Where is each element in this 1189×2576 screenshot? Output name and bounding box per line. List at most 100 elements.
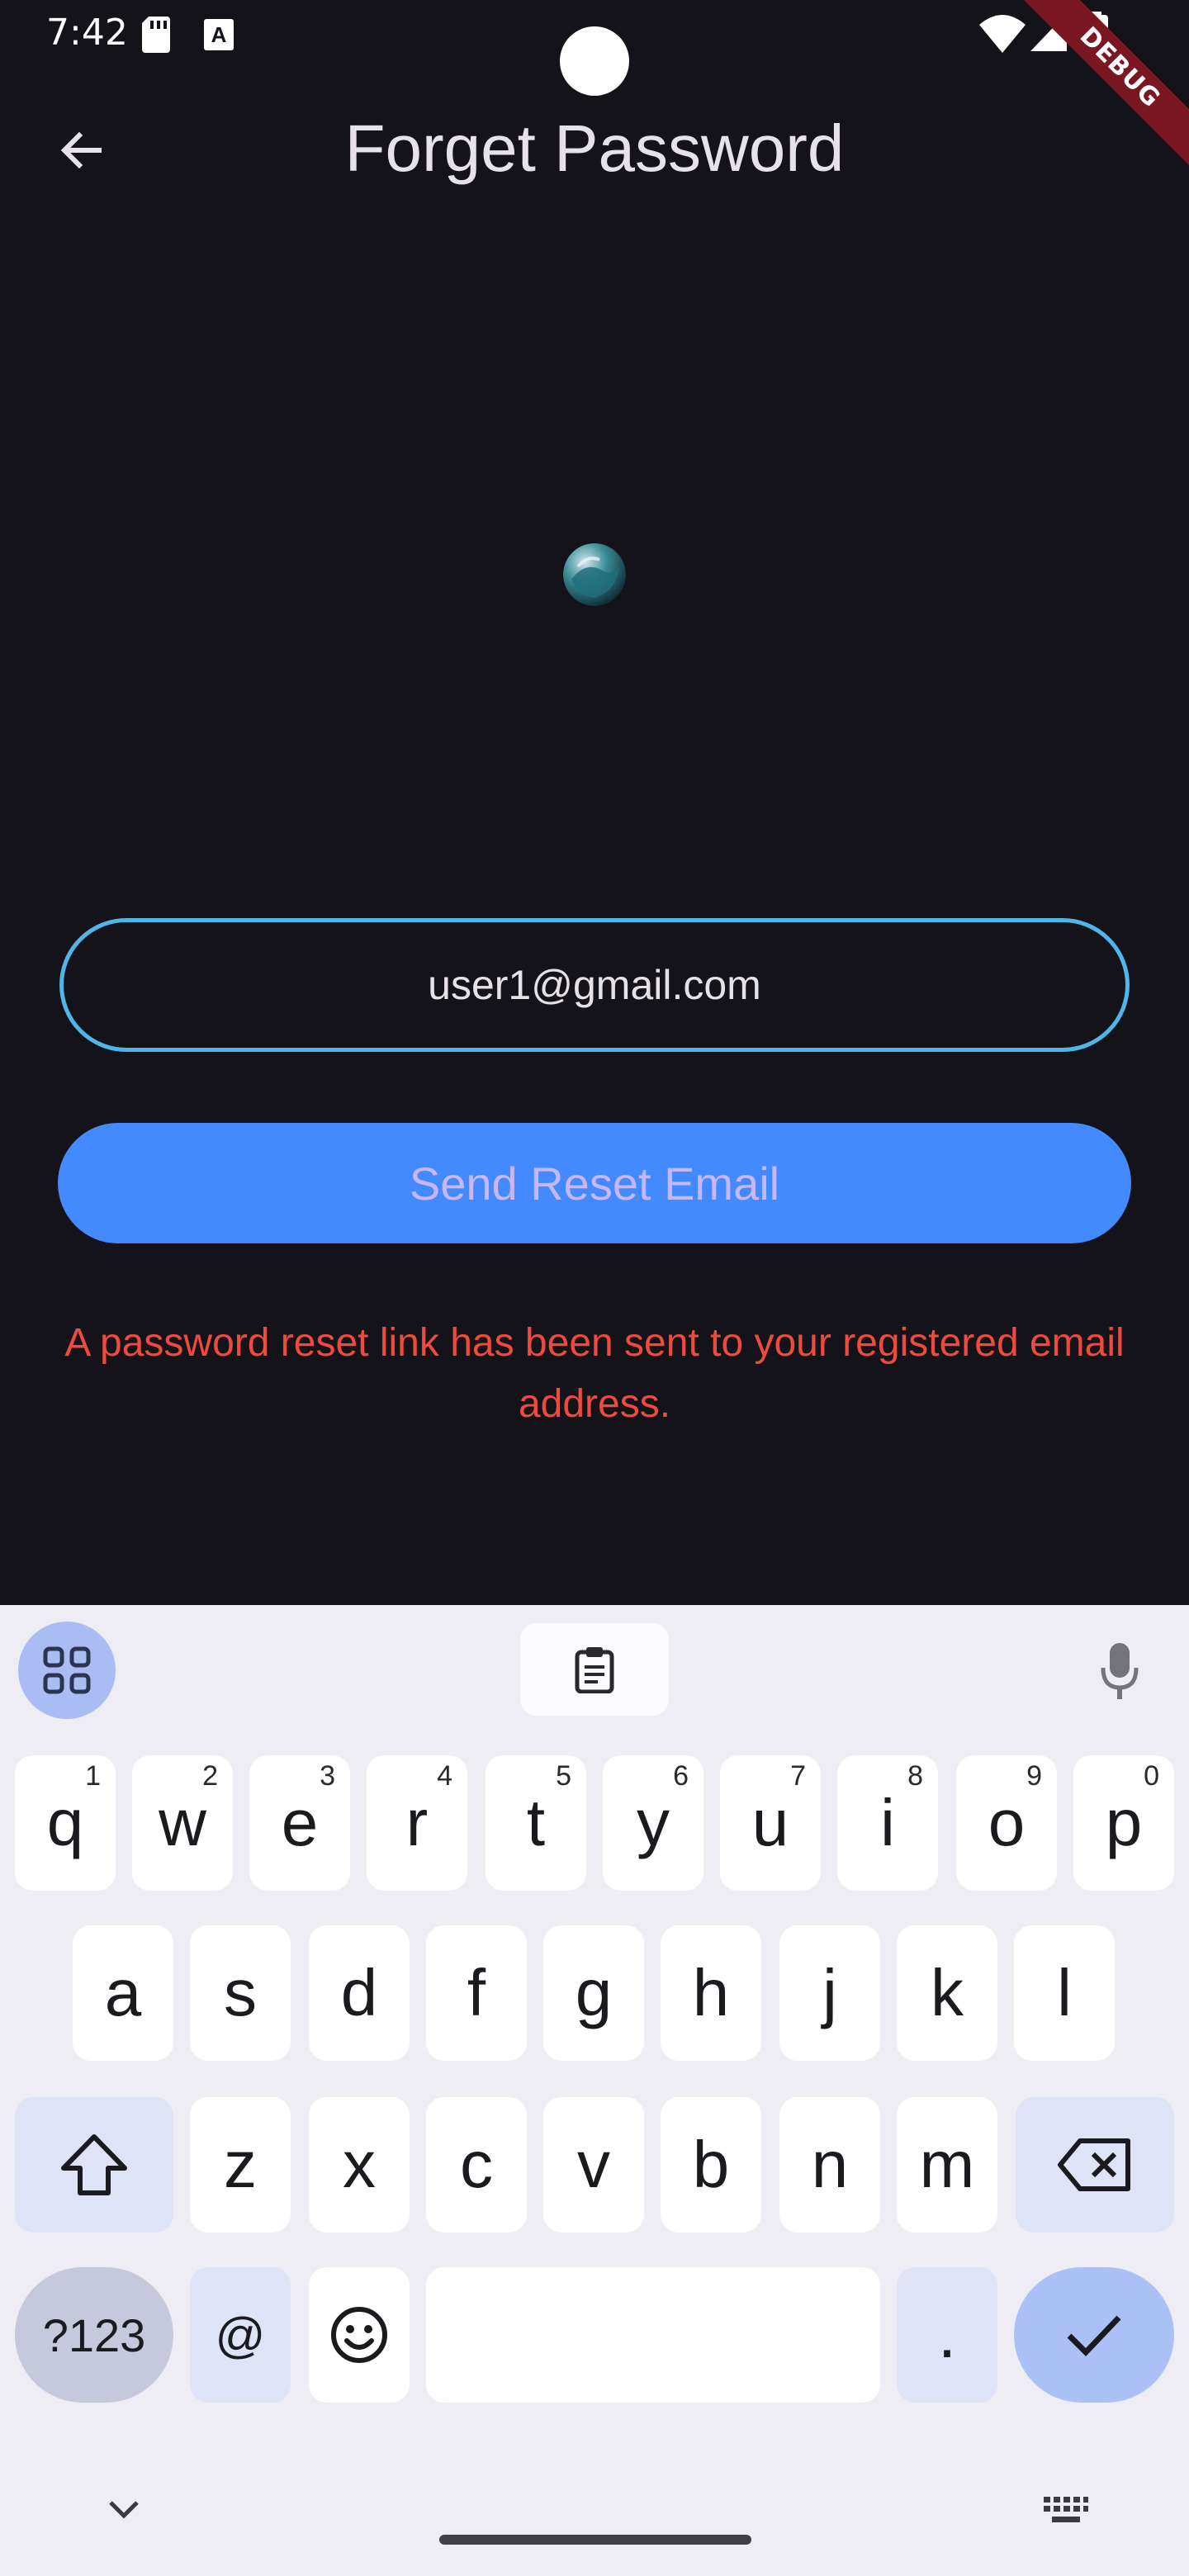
key-label: x bbox=[343, 2128, 376, 2201]
period-key[interactable]: . bbox=[897, 2267, 997, 2403]
key-label: c bbox=[460, 2128, 493, 2201]
key-k[interactable]: k bbox=[897, 1925, 997, 2061]
key-w[interactable]: w2 bbox=[132, 1755, 233, 1891]
key-a[interactable]: a bbox=[73, 1925, 173, 2061]
key-hint: 1 bbox=[85, 1760, 101, 1792]
grid-icon bbox=[43, 1646, 91, 1694]
key-label: g bbox=[575, 1956, 613, 2029]
key-hint: 8 bbox=[907, 1760, 923, 1792]
chevron-down-icon bbox=[109, 2501, 139, 2519]
checkmark-icon bbox=[1067, 2315, 1121, 2357]
key-d[interactable]: d bbox=[309, 1925, 410, 2061]
status-bar: 7:42 A bbox=[0, 0, 1189, 96]
key-q[interactable]: q1 bbox=[15, 1755, 116, 1891]
key-z[interactable]: z bbox=[190, 2097, 291, 2233]
soft-keyboard: q1 w2 e3 r4 t5 y6 u7 i8 o9 p0 a s d f g … bbox=[0, 1605, 1189, 2576]
at-key[interactable]: @ bbox=[190, 2267, 291, 2403]
key-i[interactable]: i8 bbox=[837, 1755, 938, 1891]
key-m[interactable]: m bbox=[897, 2097, 997, 2233]
voice-input-button[interactable] bbox=[1095, 1640, 1144, 1702]
key-v[interactable]: v bbox=[543, 2097, 644, 2233]
key-hint: 4 bbox=[437, 1760, 452, 1792]
key-label: q bbox=[46, 1786, 84, 1859]
key-e[interactable]: e3 bbox=[249, 1755, 350, 1891]
status-time: 7:42 bbox=[46, 12, 128, 54]
space-key[interactable] bbox=[426, 2267, 880, 2403]
key-hint: 6 bbox=[673, 1760, 689, 1792]
emoji-key[interactable] bbox=[309, 2267, 410, 2403]
key-label: @ bbox=[215, 2307, 266, 2363]
key-hint: 5 bbox=[556, 1760, 571, 1792]
key-label: w bbox=[159, 1786, 206, 1859]
home-indicator[interactable] bbox=[439, 2535, 751, 2545]
backspace-icon bbox=[1058, 2138, 1130, 2191]
clipboard-button[interactable] bbox=[520, 1623, 669, 1716]
hide-keyboard-button[interactable] bbox=[101, 2493, 147, 2526]
svg-text:A: A bbox=[211, 22, 227, 47]
key-hint: 3 bbox=[320, 1760, 335, 1792]
key-j[interactable]: j bbox=[779, 1925, 880, 2061]
key-label: a bbox=[104, 1956, 142, 2029]
key-u[interactable]: u7 bbox=[720, 1755, 821, 1891]
key-label: f bbox=[467, 1956, 486, 2029]
camera-cutout bbox=[560, 26, 629, 96]
key-label: i bbox=[880, 1786, 895, 1859]
key-hint: 0 bbox=[1144, 1760, 1159, 1792]
clipboard-icon bbox=[575, 1647, 614, 1693]
email-field[interactable]: user1@gmail.com bbox=[59, 918, 1130, 1052]
key-label: l bbox=[1057, 1956, 1072, 2029]
reset-link-sent-message: A password reset link has been sent to y… bbox=[64, 1321, 1125, 1426]
shift-key[interactable] bbox=[15, 2097, 173, 2233]
key-f[interactable]: f bbox=[426, 1925, 527, 2061]
key-label: . bbox=[937, 2298, 957, 2371]
text-a-icon: A bbox=[204, 19, 234, 50]
key-label: p bbox=[1105, 1786, 1143, 1859]
microphone-icon bbox=[1101, 1643, 1139, 1699]
keyboard-icon bbox=[1044, 2497, 1088, 2522]
key-label: r bbox=[405, 1786, 429, 1859]
key-hint: 9 bbox=[1026, 1760, 1042, 1792]
emoji-icon bbox=[331, 2307, 387, 2363]
key-y[interactable]: y6 bbox=[603, 1755, 703, 1891]
key-x[interactable]: x bbox=[309, 2097, 410, 2233]
forget-password-screen: 7:42 A DEBUG Forget Password user1@gmail… bbox=[0, 0, 1189, 2576]
send-reset-email-button[interactable]: Send Reset Email bbox=[58, 1123, 1131, 1243]
wifi-icon bbox=[979, 15, 1026, 53]
key-hint: 2 bbox=[202, 1760, 218, 1792]
key-label: v bbox=[577, 2128, 610, 2201]
sd-card-icon bbox=[142, 17, 170, 53]
key-l[interactable]: l bbox=[1014, 1925, 1115, 2061]
key-label: n bbox=[811, 2128, 849, 2201]
key-label: m bbox=[919, 2128, 975, 2201]
page-title: Forget Password bbox=[344, 111, 845, 185]
key-n[interactable]: n bbox=[779, 2097, 880, 2233]
key-hint: 7 bbox=[790, 1760, 806, 1792]
key-s[interactable]: s bbox=[190, 1925, 291, 2061]
key-label: y bbox=[637, 1786, 670, 1859]
key-label: b bbox=[692, 2128, 730, 2201]
key-label: d bbox=[340, 1956, 378, 2029]
key-p[interactable]: p0 bbox=[1073, 1755, 1174, 1891]
key-label: j bbox=[822, 1956, 837, 2029]
earth-globe-icon bbox=[563, 543, 626, 606]
shift-arrow-icon bbox=[61, 2134, 127, 2195]
symbols-key[interactable]: ?123 bbox=[15, 2267, 173, 2403]
key-label: k bbox=[931, 1956, 964, 2029]
key-g[interactable]: g bbox=[543, 1925, 644, 2061]
key-label: u bbox=[751, 1786, 789, 1859]
key-t[interactable]: t5 bbox=[486, 1755, 586, 1891]
key-b[interactable]: b bbox=[661, 2097, 761, 2233]
backspace-key[interactable] bbox=[1016, 2097, 1174, 2233]
key-h[interactable]: h bbox=[661, 1925, 761, 2061]
key-c[interactable]: c bbox=[426, 2097, 527, 2233]
enter-key[interactable] bbox=[1014, 2267, 1174, 2403]
switch-keyboard-button[interactable] bbox=[1042, 2490, 1090, 2530]
keyboard-apps-button[interactable] bbox=[18, 1622, 116, 1719]
key-label: z bbox=[224, 2128, 257, 2201]
key-label: ?123 bbox=[42, 2308, 146, 2361]
key-label: o bbox=[988, 1786, 1026, 1859]
key-o[interactable]: o9 bbox=[956, 1755, 1057, 1891]
key-label: h bbox=[692, 1956, 730, 2029]
key-label: s bbox=[224, 1956, 257, 2029]
key-r[interactable]: r4 bbox=[367, 1755, 467, 1891]
